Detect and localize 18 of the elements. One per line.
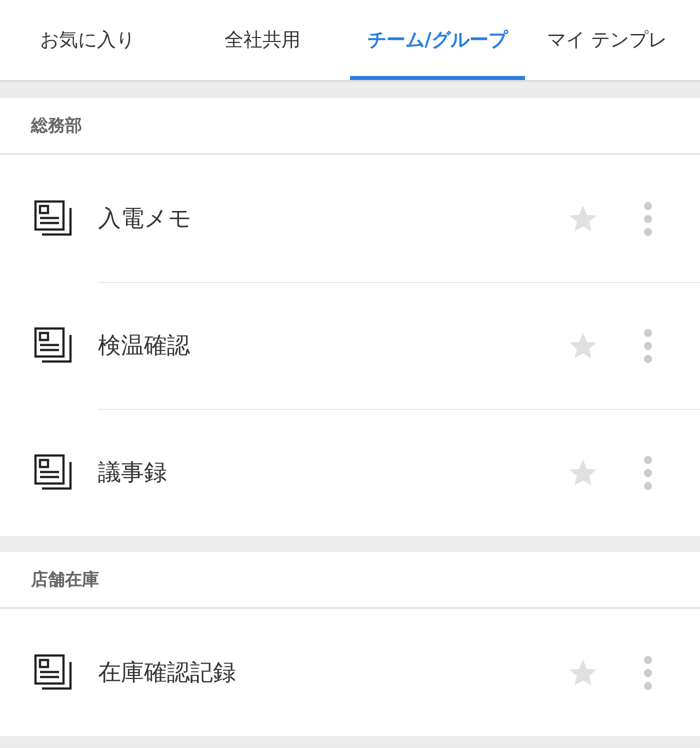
template-name[interactable]: 検温確認: [98, 330, 567, 361]
more-options-icon[interactable]: [643, 454, 653, 490]
template-name[interactable]: 入電メモ: [98, 203, 567, 234]
more-options-icon[interactable]: [643, 200, 653, 236]
tab[interactable]: 全社共用: [175, 0, 350, 80]
document-icon: [34, 326, 72, 364]
tab[interactable]: お気に入り: [0, 0, 175, 80]
tab[interactable]: チーム/グループ: [350, 0, 525, 80]
tab[interactable]: マイ テンプレ: [525, 0, 700, 80]
more-options-icon[interactable]: [643, 328, 653, 364]
section-title: 総務部: [31, 115, 82, 137]
template-name[interactable]: 議事録: [98, 457, 567, 488]
document-icon: [34, 200, 72, 238]
document-icon: [34, 454, 72, 492]
template-name[interactable]: 在庫確認記録: [98, 657, 567, 688]
document-icon: [34, 654, 72, 692]
more-options-icon[interactable]: [643, 654, 653, 690]
section-title: 店舗在庫: [31, 569, 99, 591]
